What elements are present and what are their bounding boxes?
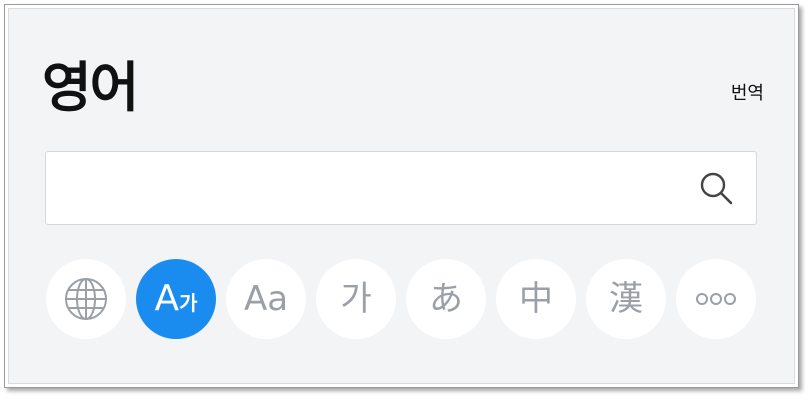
page-title: 영어 [42,56,139,119]
category-chinese[interactable]: 中 [496,259,576,339]
category-en-en[interactable]: Aa [226,259,306,339]
dictionary-panel: 영어 번역 A가 Aa 가 あ 中 漢 [8,8,795,384]
search-icon [700,172,733,205]
category-en-ko-sub: 가 [179,291,198,315]
globe-icon [65,278,107,320]
category-en-en-label: Aa [243,279,289,319]
category-global[interactable] [46,259,126,339]
category-more[interactable] [676,259,756,339]
category-korean-label: 가 [340,279,372,319]
search-box [45,151,757,225]
category-korean[interactable]: 가 [316,259,396,339]
translate-link[interactable]: 번역 [731,79,764,105]
category-en-ko[interactable]: A가 [136,259,216,339]
category-japanese-label: あ [429,279,463,319]
window-frame: 영어 번역 A가 Aa 가 あ 中 漢 [4,4,799,388]
category-japanese[interactable]: あ [406,259,486,339]
category-hanja[interactable]: 漢 [586,259,666,339]
category-hanja-label: 漢 [609,279,643,319]
category-en-ko-main: A [154,278,180,319]
search-input[interactable] [60,166,684,212]
category-chinese-label: 中 [519,279,553,319]
more-icon [696,293,736,305]
search-button[interactable] [698,170,736,208]
